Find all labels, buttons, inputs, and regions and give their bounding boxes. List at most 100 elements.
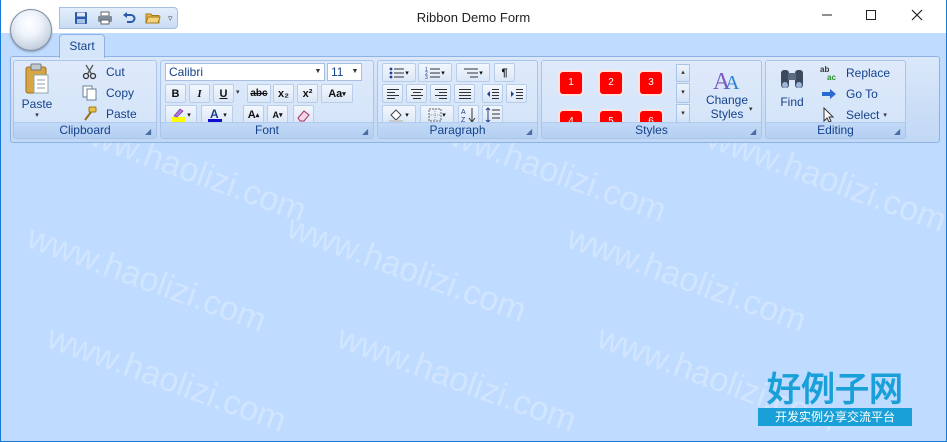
- align-right-button[interactable]: [430, 84, 451, 103]
- application-menu-button[interactable]: [10, 9, 52, 51]
- minimize-icon: [822, 14, 832, 16]
- arrow-up-icon: ▴: [255, 111, 260, 119]
- chevron-down-icon: ▾: [883, 112, 887, 119]
- font-color-icon: A: [208, 107, 223, 122]
- chevron-down-icon: ▾: [442, 111, 446, 119]
- style-swatch[interactable]: 2: [600, 72, 622, 94]
- clipboard-group: Paste ▾ Cut Copy Paste Clipboard ◢: [13, 60, 157, 139]
- decrease-indent-button[interactable]: [482, 84, 503, 103]
- editing-dialog-launcher-icon[interactable]: ◢: [894, 127, 903, 136]
- maximize-button[interactable]: [848, 0, 894, 30]
- borders-icon: [428, 108, 442, 121]
- justify-button[interactable]: [454, 84, 475, 103]
- outdent-icon: [486, 88, 499, 99]
- paint-bucket-icon: [389, 108, 404, 122]
- multilevel-list-icon: [464, 68, 479, 77]
- style-swatch[interactable]: 1: [560, 72, 582, 94]
- font-family-combo[interactable]: Calibri ▼: [165, 63, 325, 81]
- grow-font-label: A: [247, 108, 256, 121]
- gallery-expand-button[interactable]: ▾: [676, 104, 690, 123]
- brand-logo-main: 好例子网: [767, 370, 903, 410]
- align-center-button[interactable]: [406, 84, 427, 103]
- replace-label: Replace: [846, 66, 891, 80]
- multilevel-list-button[interactable]: ▾: [456, 63, 490, 82]
- bold-button[interactable]: B: [165, 84, 186, 103]
- paragraph-group-label: Paragraph: [378, 122, 537, 138]
- arrow-right-icon: [822, 89, 836, 99]
- chevron-down-icon[interactable]: ▾: [236, 88, 240, 96]
- cursor-icon: [823, 107, 835, 123]
- increase-indent-button[interactable]: [506, 84, 527, 103]
- scissors-icon: [82, 64, 97, 80]
- font-family-value: Calibri: [169, 65, 204, 79]
- superscript-button[interactable]: x²: [297, 84, 318, 103]
- chevron-down-icon: ▾: [441, 69, 445, 77]
- align-right-icon: [434, 88, 447, 99]
- select-label: Select: [846, 108, 880, 122]
- clipboard-group-label: Clipboard: [14, 122, 156, 138]
- copy-button[interactable]: Copy: [82, 85, 134, 101]
- align-left-button[interactable]: [382, 84, 403, 103]
- select-button[interactable]: Select ▾: [820, 107, 887, 123]
- italic-button[interactable]: I: [189, 84, 210, 103]
- change-case-button[interactable]: Aa ▾: [321, 84, 353, 103]
- styles-group-label: Styles: [542, 122, 761, 138]
- find-label: Find: [780, 95, 804, 109]
- show-formatting-button[interactable]: ¶: [494, 63, 515, 82]
- format-painter-button[interactable]: Paste: [82, 106, 137, 122]
- chevron-down-icon: ▼: [351, 68, 359, 75]
- font-size-combo[interactable]: 11 ▼: [327, 63, 362, 81]
- minimize-button[interactable]: [804, 0, 850, 30]
- svg-text:ac: ac: [827, 73, 836, 81]
- strikethrough-button[interactable]: abc: [247, 84, 271, 103]
- bullets-button[interactable]: ▾: [382, 63, 416, 82]
- paragraph-dialog-launcher-icon[interactable]: ◢: [526, 127, 535, 136]
- chevron-down-icon: ▾: [405, 69, 409, 77]
- goto-button[interactable]: Go To: [820, 86, 878, 102]
- replace-button[interactable]: ab ac Replace: [820, 65, 890, 81]
- editing-group-label: Editing: [766, 122, 905, 138]
- paintbrush-icon: [84, 106, 97, 121]
- close-button[interactable]: [894, 0, 940, 30]
- chevron-down-icon: ▼: [314, 68, 322, 75]
- chevron-down-icon: ▾: [223, 111, 227, 119]
- editing-group: Find ab ac Replace Go To Select ▾ Editing…: [765, 60, 906, 139]
- title-bar: ▿ Ribbon Demo Form: [1, 0, 946, 33]
- maximize-icon: [866, 10, 876, 20]
- find-button[interactable]: Find: [770, 67, 814, 109]
- bullet-list-icon: [389, 67, 405, 78]
- close-icon: [911, 9, 923, 21]
- change-styles-button[interactable]: AA Change Styles: [698, 65, 756, 121]
- change-styles-label-2: Styles: [710, 107, 744, 121]
- styles-dialog-launcher-icon[interactable]: ◢: [750, 127, 759, 136]
- app-window: www.haolizi.com www.haolizi.com www.haol…: [0, 0, 947, 442]
- align-center-icon: [410, 88, 423, 99]
- line-spacing-icon: [485, 106, 500, 123]
- svg-text:A: A: [461, 109, 466, 116]
- style-swatch[interactable]: 3: [640, 72, 662, 94]
- eraser-icon: [296, 109, 310, 121]
- font-group: Calibri ▼ 11 ▼ B I U ▾ abc x₂ x² Aa ▾ ▾: [160, 60, 374, 139]
- brand-logo-sub: 开发实例分享交流平台: [758, 408, 912, 426]
- numbering-button[interactable]: 123 ▾: [418, 63, 452, 82]
- tab-start[interactable]: Start: [59, 34, 105, 58]
- font-group-label: Font: [161, 122, 373, 138]
- numbered-list-icon: 123: [425, 67, 441, 80]
- font-size-value: 11: [331, 65, 344, 79]
- change-styles-label-1: Change: [705, 93, 749, 107]
- change-case-label: Aa: [328, 87, 343, 100]
- font-dialog-launcher-icon[interactable]: ◢: [362, 127, 371, 136]
- paste-button[interactable]: Paste ▾: [20, 63, 54, 125]
- styles-group: 1 2 3 4 5 6 ▴ ▾ ▾ AA Change Styles ▾ Sty…: [541, 60, 762, 139]
- ribbon-tab-strip: [1, 33, 946, 57]
- paste-label: Paste: [21, 97, 53, 111]
- clipboard-dialog-launcher-icon[interactable]: ◢: [145, 127, 154, 136]
- subscript-button[interactable]: x₂: [273, 84, 294, 103]
- change-styles-icon: AA: [713, 69, 740, 93]
- indent-icon: [510, 88, 523, 99]
- underline-button[interactable]: U: [213, 84, 234, 103]
- gallery-scroll-up-button[interactable]: ▴: [676, 64, 690, 82]
- cut-button[interactable]: Cut: [82, 64, 125, 80]
- styles-gallery: 1 2 3 4 5 6: [545, 63, 691, 123]
- gallery-scroll-down-button[interactable]: ▾: [676, 83, 690, 103]
